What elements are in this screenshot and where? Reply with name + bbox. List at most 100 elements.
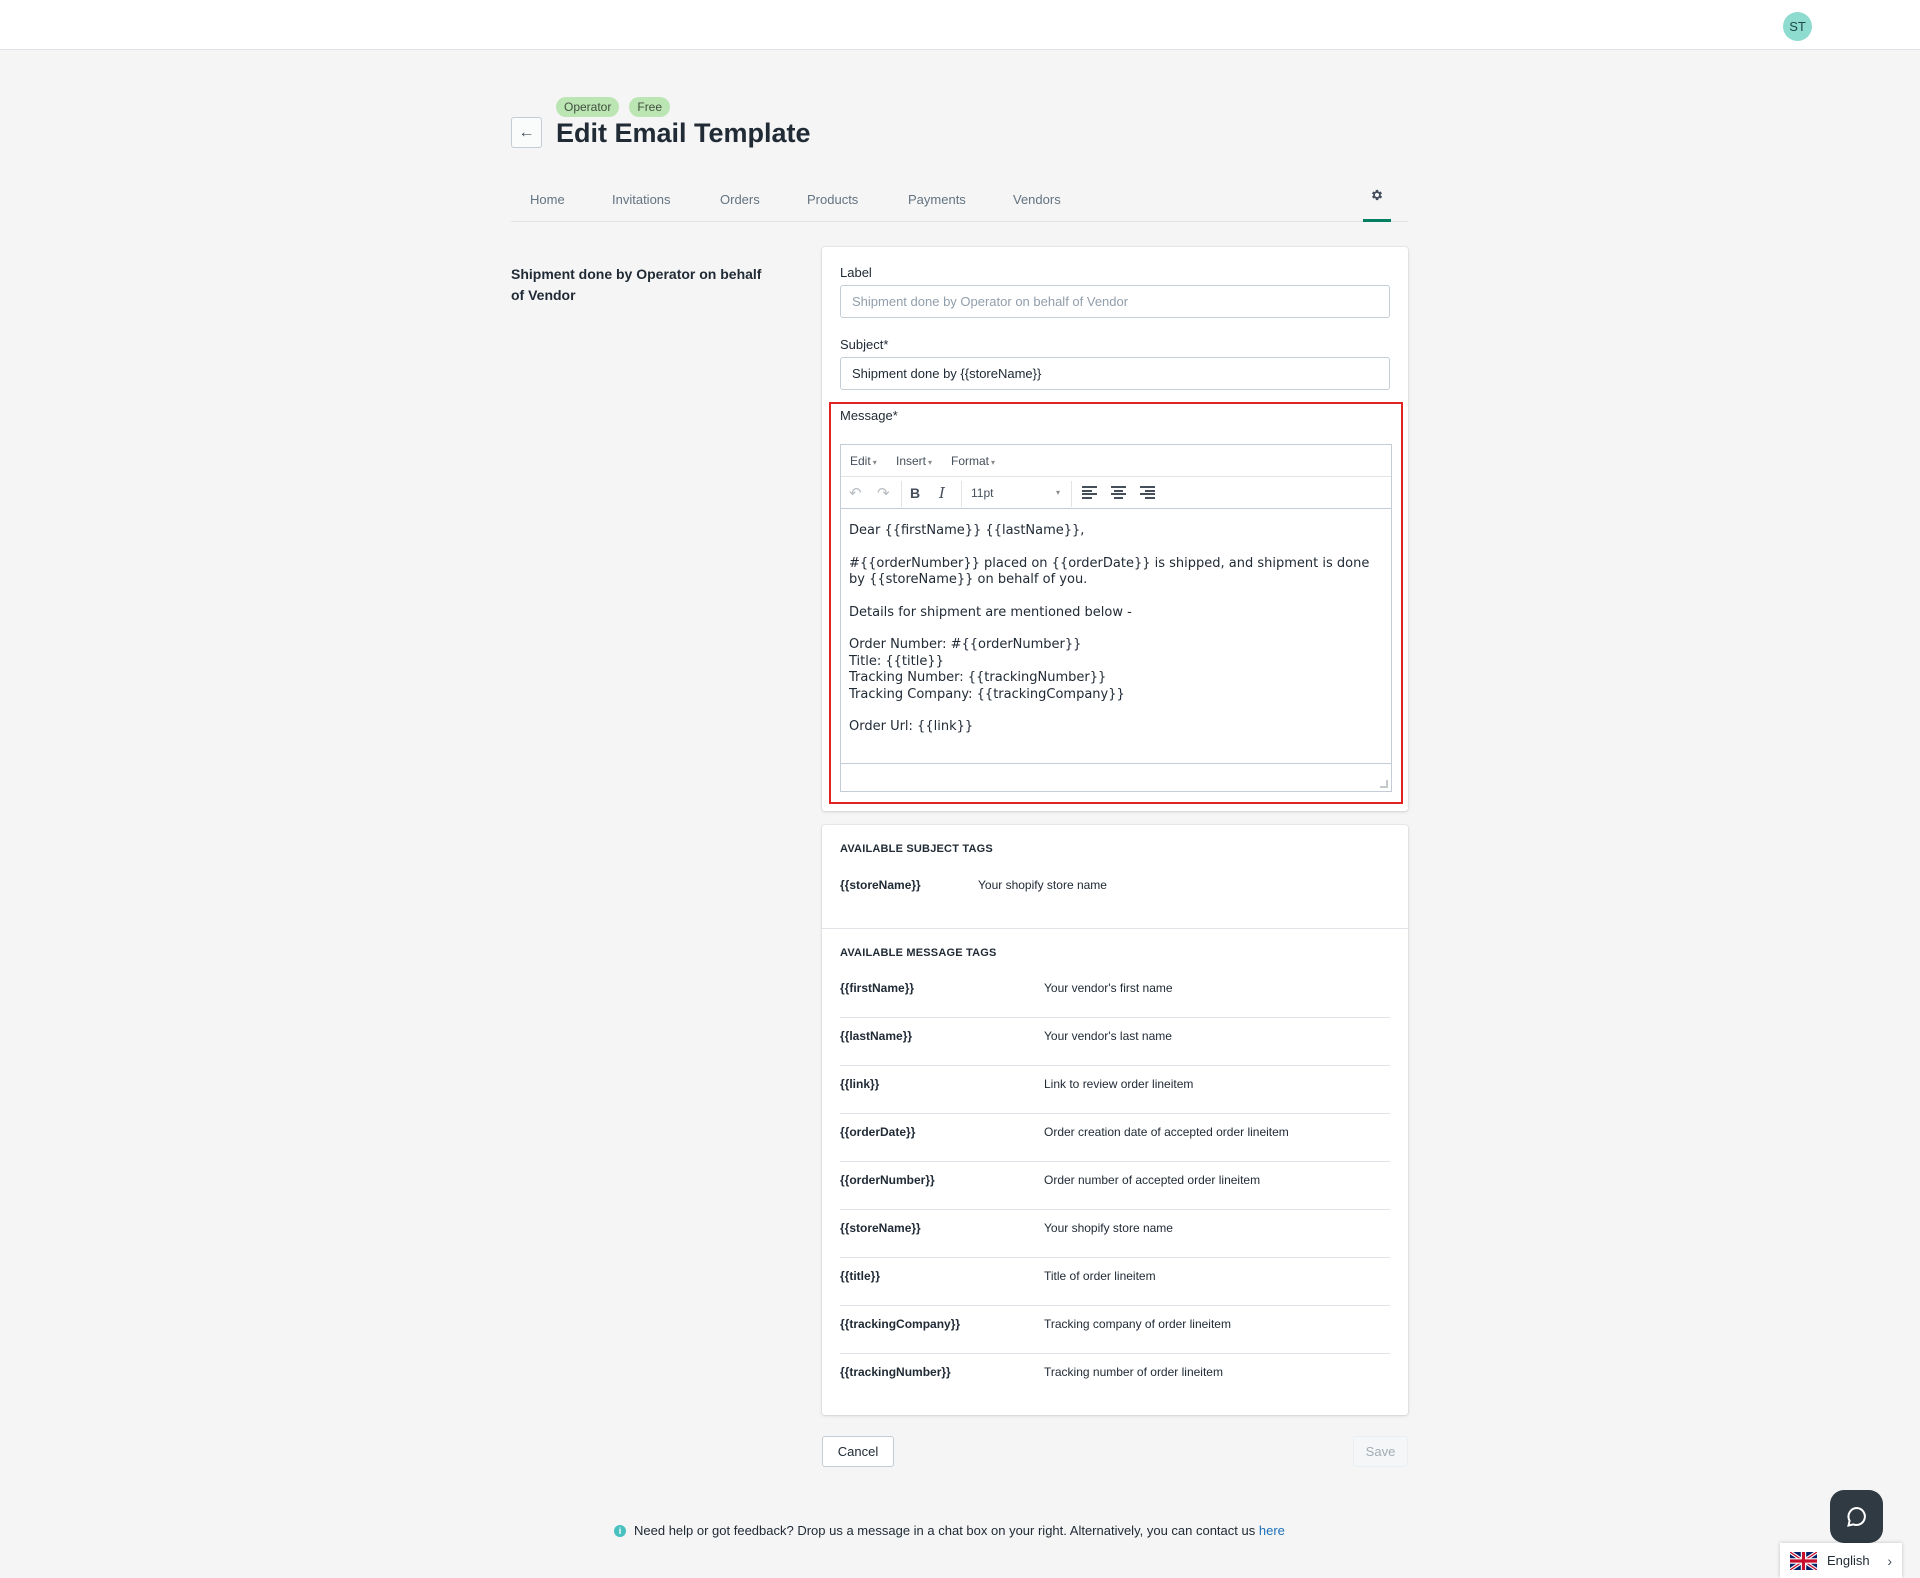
editor-line: Details for shipment are mentioned below… bbox=[849, 604, 1132, 620]
info-icon: i bbox=[614, 1524, 626, 1537]
subject-tag-description: Your shopify store name bbox=[978, 878, 1107, 892]
tag-name: {{trackingCompany}} bbox=[840, 1317, 961, 1331]
editor-paragraph: Dear {{firstName}} {{lastName}}, bbox=[849, 523, 1383, 540]
caret-down-icon: ▾ bbox=[991, 458, 996, 467]
tag-name: {{storeName}} bbox=[840, 1221, 921, 1235]
tag-description: Order creation date of accepted order li… bbox=[1044, 1125, 1289, 1139]
tag-name: {{firstName}} bbox=[840, 981, 915, 995]
editor-line: Tracking Number: {{trackingNumber}} bbox=[849, 670, 1107, 685]
tag-name: {{title}} bbox=[840, 1269, 881, 1283]
tab-settings[interactable] bbox=[1363, 188, 1391, 222]
menu-insert-label: Insert bbox=[896, 454, 927, 468]
table-row: {{link}} Link to review order lineitem bbox=[840, 1066, 1390, 1114]
tag-description: Tracking company of order lineitem bbox=[1044, 1317, 1231, 1331]
tag-description: Title of order lineitem bbox=[1044, 1269, 1156, 1283]
caret-down-icon: ▾ bbox=[1056, 488, 1061, 497]
help-text: Need help or got feedback? Drop us a mes… bbox=[634, 1523, 1285, 1538]
editor-line: Tracking Company: {{trackingCompany}} bbox=[849, 686, 1125, 702]
editor-paragraph: Order Number: #{{orderNumber}} Title: {{… bbox=[849, 637, 1383, 703]
uk-flag-icon bbox=[1790, 1551, 1817, 1570]
menu-edit-label: Edit bbox=[850, 454, 871, 468]
tag-name: {{lastName}} bbox=[840, 1029, 913, 1043]
table-row: {{orderNumber}} Order number of accepted … bbox=[840, 1162, 1390, 1210]
undo-icon[interactable]: ↶ bbox=[849, 484, 862, 502]
subject-field-title: Subject* bbox=[840, 337, 889, 352]
tab-products[interactable]: Products bbox=[807, 192, 858, 207]
toolbar-divider bbox=[901, 481, 902, 507]
tag-description: Your vendor's last name bbox=[1044, 1029, 1172, 1043]
editor-line: Dear {{firstName}} {{lastName}}, bbox=[849, 523, 1085, 538]
align-center-icon[interactable] bbox=[1111, 486, 1126, 499]
cancel-button[interactable]: Cancel bbox=[822, 1436, 894, 1467]
tag-name: {{orderNumber}} bbox=[840, 1173, 935, 1187]
contact-link[interactable]: here bbox=[1259, 1523, 1285, 1538]
redo-icon[interactable]: ↷ bbox=[877, 484, 890, 502]
menu-edit[interactable]: Edit ▾ bbox=[850, 454, 877, 468]
align-right-icon[interactable] bbox=[1140, 486, 1155, 499]
tab-payments[interactable]: Payments bbox=[908, 192, 966, 207]
editor-line: Title: {{title}} bbox=[849, 653, 944, 669]
tag-description: Your shopify store name bbox=[1044, 1221, 1173, 1235]
tab-vendors[interactable]: Vendors bbox=[1013, 192, 1061, 207]
editor-toolbar: ↶ ↷ B I 11pt ▾ bbox=[841, 477, 1391, 509]
table-row: {{orderDate}} Order creation date of acce… bbox=[840, 1114, 1390, 1162]
editor-content[interactable]: Dear {{firstName}} {{lastName}}, #{{orde… bbox=[841, 509, 1391, 765]
back-button[interactable]: ← bbox=[511, 117, 542, 148]
page-title: Edit Email Template bbox=[556, 118, 811, 148]
menu-insert[interactable]: Insert ▾ bbox=[896, 454, 932, 468]
operator-badge: Operator bbox=[556, 97, 620, 117]
tag-description: Your vendor's first name bbox=[1044, 981, 1173, 995]
editor-paragraph: #{{orderNumber}} placed on {{orderDate}}… bbox=[849, 556, 1383, 589]
resize-handle-icon[interactable] bbox=[1380, 780, 1388, 788]
chevron-right-icon: › bbox=[1887, 1552, 1892, 1569]
user-avatar[interactable]: ST bbox=[1783, 12, 1812, 41]
tags-divider bbox=[822, 928, 1408, 929]
tag-description: Link to review order lineitem bbox=[1044, 1077, 1194, 1091]
subject-tag-name: {{storeName}} bbox=[840, 878, 921, 892]
table-row: {{storeName}} Your shopify store name bbox=[840, 1210, 1390, 1258]
align-left-icon[interactable] bbox=[1082, 486, 1097, 499]
tab-invitations[interactable]: Invitations bbox=[612, 192, 671, 207]
arrow-left-icon: ← bbox=[518, 123, 535, 141]
font-size-select[interactable]: 11pt bbox=[971, 486, 993, 500]
message-tags-heading: AVAILABLE MESSAGE TAGS bbox=[840, 947, 997, 959]
help-footer: i Need help or got feedback? Drop us a m… bbox=[614, 1523, 1285, 1538]
available-tags-card: AVAILABLE SUBJECT TAGS {{storeName}} You… bbox=[822, 825, 1408, 1415]
table-row: {{firstName}} Your vendor's first name bbox=[840, 970, 1390, 1018]
bold-button[interactable]: B bbox=[910, 484, 920, 502]
tab-orders[interactable]: Orders bbox=[720, 192, 760, 207]
gear-icon bbox=[1371, 189, 1383, 201]
chat-widget-button[interactable] bbox=[1830, 1490, 1883, 1543]
language-switcher[interactable]: English › bbox=[1780, 1543, 1902, 1578]
menu-format[interactable]: Format ▾ bbox=[951, 454, 995, 468]
menu-format-label: Format bbox=[951, 454, 990, 468]
table-row: {{title}} Title of order lineitem bbox=[840, 1258, 1390, 1306]
tag-description: Tracking number of order lineitem bbox=[1044, 1365, 1223, 1379]
free-badge: Free bbox=[629, 97, 671, 117]
tab-home[interactable]: Home bbox=[530, 192, 565, 207]
label-field-title: Label bbox=[840, 265, 872, 280]
label-input[interactable]: Shipment done by Operator on behalf of V… bbox=[840, 285, 1390, 318]
top-bar: ST bbox=[0, 0, 1920, 50]
toolbar-divider bbox=[1071, 481, 1072, 507]
chat-bubble-icon bbox=[1846, 1506, 1866, 1527]
editor-line: #{{orderNumber}} placed on {{orderDate}}… bbox=[849, 555, 1370, 588]
message-tags-list: {{firstName}} Your vendor's first name {{… bbox=[840, 970, 1390, 1402]
tag-name: {{link}} bbox=[840, 1077, 880, 1091]
editor-paragraph: Order Url: {{link}} bbox=[849, 719, 1383, 736]
tag-description: Order number of accepted order lineitem bbox=[1044, 1173, 1261, 1187]
save-button[interactable]: Save bbox=[1353, 1436, 1408, 1467]
message-editor[interactable]: Edit ▾ Insert ▾ Format ▾ ↶ ↷ B I 11pt ▾ Dea… bbox=[840, 444, 1392, 792]
italic-button[interactable]: I bbox=[939, 484, 945, 502]
editor-paragraph: Details for shipment are mentioned below… bbox=[849, 605, 1383, 622]
language-label: English bbox=[1827, 1553, 1870, 1568]
editor-menubar: Edit ▾ Insert ▾ Format ▾ bbox=[841, 445, 1391, 477]
nav-tabs: Home Invitations Orders Products Payment… bbox=[511, 182, 1408, 222]
table-row: {{trackingNumber}} Tracking number of ord… bbox=[840, 1354, 1390, 1402]
caret-down-icon: ▾ bbox=[928, 458, 933, 467]
editor-statusbar bbox=[841, 763, 1391, 791]
subject-input[interactable]: Shipment done by {{storeName}} bbox=[840, 357, 1390, 390]
section-title: Shipment done by Operator on behalf of V… bbox=[511, 266, 762, 303]
table-row: {{lastName}} Your vendor's last name bbox=[840, 1018, 1390, 1066]
caret-down-icon: ▾ bbox=[872, 458, 877, 467]
